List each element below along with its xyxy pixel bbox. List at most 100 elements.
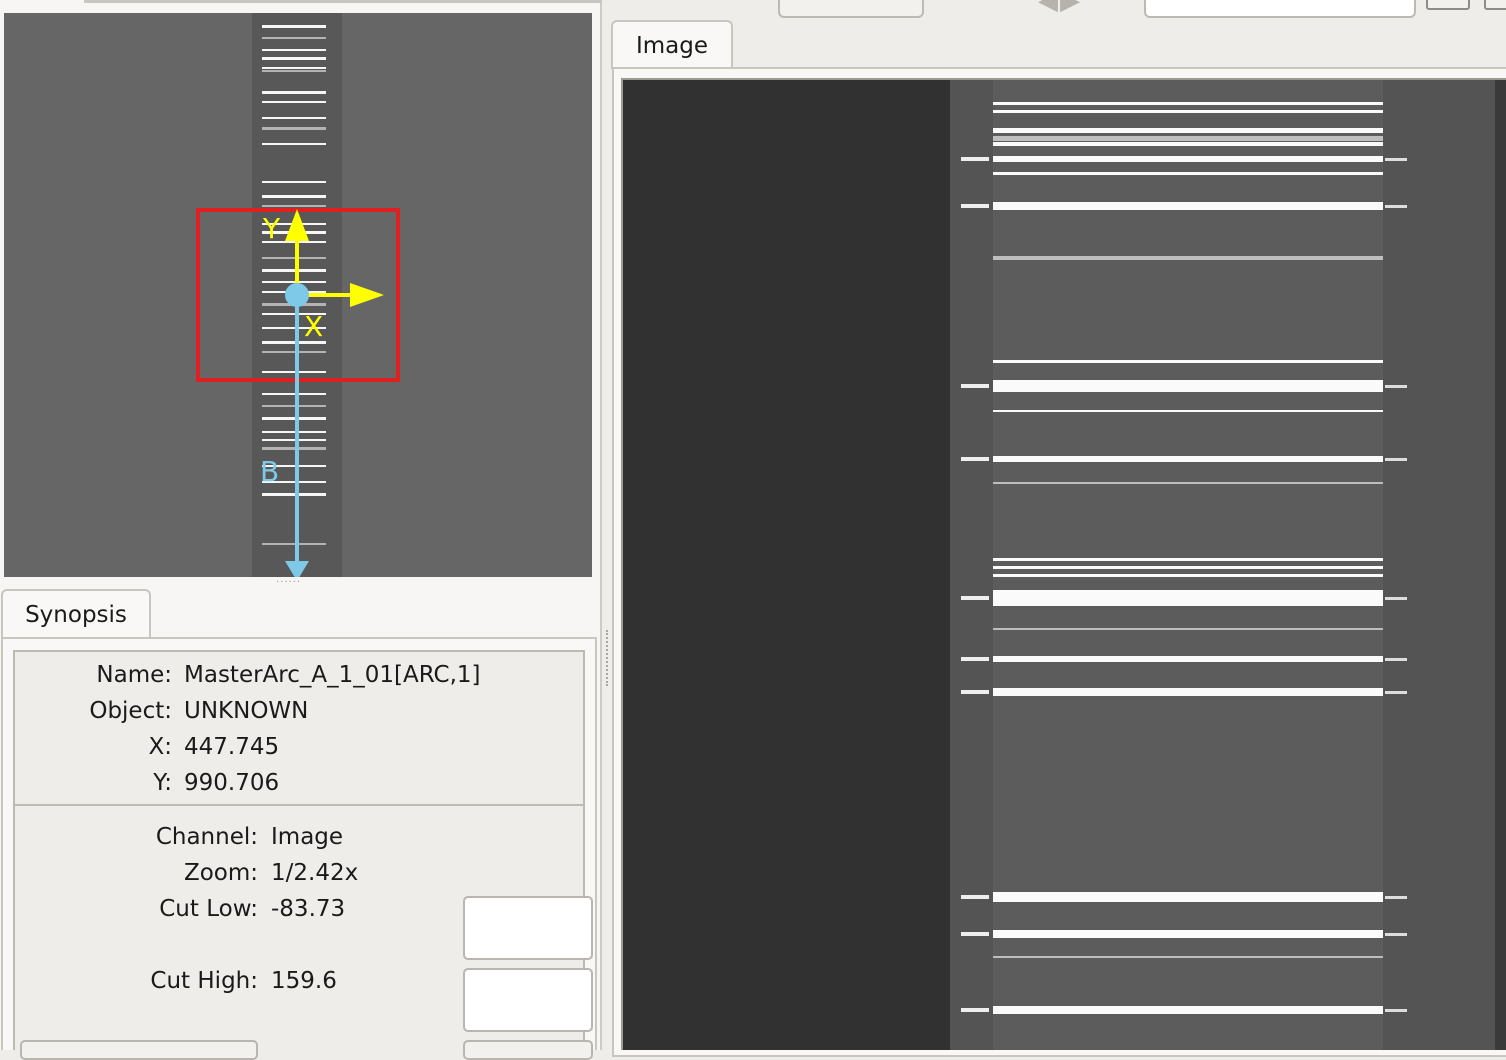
pan-spectral-line — [262, 493, 326, 496]
image-line-tail-left — [961, 657, 989, 661]
pan-spectral-line — [262, 195, 326, 198]
pan-spectral-line — [262, 405, 326, 407]
image-line-tail-right — [1385, 205, 1407, 208]
image-canvas[interactable] — [621, 78, 1506, 1050]
pan-spectral-line — [262, 447, 326, 450]
pan-spectral-line — [262, 70, 326, 72]
image-line-tail-right — [1385, 933, 1407, 936]
image-spectral-line — [993, 656, 1383, 662]
pan-spectral-line — [262, 371, 326, 373]
pan-spectral-line — [262, 417, 326, 420]
arrow-right-icon[interactable]: ▶ — [1060, 0, 1082, 16]
pane-splitter[interactable] — [602, 0, 612, 1050]
cut-low-value: -83.73 — [271, 896, 346, 922]
pan-spectral-line — [262, 543, 326, 545]
zoom-label: Zoom: — [183, 860, 258, 886]
image-spectral-line — [993, 360, 1383, 363]
image-spectral-line — [993, 256, 1383, 260]
pan-spectral-line — [262, 393, 326, 395]
channel-label: Channel: — [155, 824, 258, 850]
zoom-value: 1/2.42x — [271, 860, 359, 886]
cut-high-value: 159.6 — [271, 968, 337, 994]
image-line-tail-right — [1385, 896, 1407, 899]
image-svg[interactable] — [623, 80, 1506, 1050]
channel-value: Image — [271, 824, 344, 850]
pan-canvas[interactable]: Y X B — [4, 13, 592, 577]
pan-spectral-line — [262, 25, 326, 28]
vertical-splitter-grip[interactable]: ······ — [276, 578, 326, 588]
image-line-tail-left — [961, 157, 989, 161]
pan-spectral-line — [262, 117, 326, 119]
image-spectral-line — [993, 156, 1383, 162]
tab-synopsis[interactable]: Synopsis — [1, 589, 151, 639]
synopsis-bottom-button[interactable] — [20, 1040, 258, 1060]
image-line-tail-left — [961, 596, 989, 600]
image-spectral-line — [993, 558, 1383, 561]
toolbar-window-icon[interactable] — [1426, 0, 1470, 10]
compass-center-icon[interactable] — [285, 283, 309, 307]
x-coord-value: 447.745 — [184, 734, 280, 760]
cut-low-label: Cut Low: — [159, 896, 258, 922]
image-line-tail-right — [1385, 385, 1407, 388]
cut-high-input[interactable] — [463, 968, 593, 1032]
pan-spectral-line — [262, 181, 326, 183]
image-right-edge — [1495, 80, 1506, 1050]
pan-spectral-line — [262, 67, 326, 69]
pan-spectral-line — [262, 431, 326, 433]
image-slit-region — [993, 80, 1383, 1050]
name-value: MasterArc_A_1_01[ARC,1] — [184, 662, 481, 688]
pane-splitter-grip[interactable] — [606, 630, 608, 686]
image-spectral-line — [993, 202, 1383, 210]
image-line-tail-right — [1385, 597, 1407, 600]
image-spectral-line — [993, 172, 1383, 175]
image-spectral-line — [993, 1006, 1383, 1014]
pan-view[interactable]: Y X B — [4, 13, 592, 577]
toolbar-entry[interactable] — [1144, 0, 1416, 18]
image-line-tail-right — [1385, 691, 1407, 694]
image-line-tail-left — [961, 690, 989, 694]
pan-spectral-line — [262, 101, 326, 103]
pan-spectral-line — [262, 205, 326, 207]
y-coord-label: Y: — [153, 770, 172, 796]
image-spectral-line — [993, 128, 1383, 133]
x-coord-label: X: — [148, 734, 172, 760]
tab-image[interactable]: Image — [611, 20, 733, 69]
image-line-tail-left — [961, 204, 989, 208]
image-spectral-line — [993, 566, 1383, 569]
pan-spectral-line — [262, 49, 326, 51]
tab-image-label: Image — [635, 32, 709, 59]
toolbar-nav-arrows[interactable]: ◀▶ — [1038, 0, 1118, 14]
pan-spectral-line — [262, 281, 326, 283]
arrow-left-icon[interactable]: ◀ — [1038, 0, 1060, 16]
y-axis-label: Y — [262, 212, 281, 245]
image-spectral-line — [993, 110, 1383, 113]
x-axis-label: X — [304, 310, 323, 343]
toolbar-button[interactable] — [778, 0, 924, 18]
object-value: UNKNOWN — [184, 698, 309, 724]
image-spectral-line — [993, 590, 1383, 606]
image-spectral-line — [993, 930, 1383, 938]
pan-spectral-line — [262, 91, 326, 94]
image-spectral-line — [993, 628, 1383, 630]
pan-spectral-line — [262, 269, 326, 272]
image-line-tail-right — [1385, 1009, 1407, 1012]
image-spectral-line — [993, 410, 1383, 412]
toolbar-window-icon-2[interactable] — [1484, 0, 1506, 10]
synopsis-bottom-button-right[interactable] — [463, 1040, 593, 1060]
image-spectral-line — [993, 456, 1383, 462]
image-line-tail-right — [1385, 658, 1407, 661]
image-spectral-line — [993, 688, 1383, 696]
image-spectral-line — [993, 482, 1383, 484]
cut-low-input[interactable] — [463, 896, 593, 960]
compass-b-label: B — [260, 455, 279, 488]
tab-synopsis-label: Synopsis — [25, 602, 127, 628]
pan-spectral-line — [262, 143, 326, 145]
object-label: Object: — [89, 698, 172, 724]
pan-spectral-line — [262, 439, 326, 441]
image-spectral-line — [993, 892, 1383, 902]
pan-spectral-line — [262, 127, 326, 130]
pan-spectral-line — [262, 37, 326, 39]
cut-high-label: Cut High: — [150, 968, 258, 994]
image-line-tail-left — [961, 932, 989, 936]
image-line-tail-left — [961, 895, 989, 899]
